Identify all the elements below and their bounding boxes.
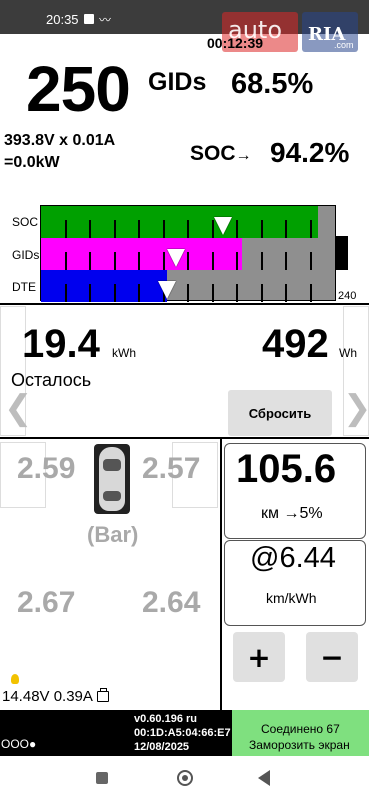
- gids-marker-icon: [167, 249, 186, 267]
- home-icon[interactable]: [177, 770, 193, 786]
- tire-front-left: 2.59: [17, 452, 76, 485]
- footer-date: 12/08/2025: [134, 741, 190, 753]
- bar-label-dte: DTE: [12, 280, 36, 294]
- watermark-suffix: .com: [334, 40, 354, 50]
- bar-tick: [64, 220, 67, 238]
- aux-battery-value: 14.48V 0.39A: [2, 688, 93, 705]
- bar-tick: [236, 252, 238, 270]
- page-dots: OOO●: [1, 737, 37, 751]
- efficiency-unit: km/kWh: [266, 590, 317, 606]
- gids-unit: GIDs: [148, 68, 207, 96]
- soc-label: SOC→: [190, 142, 252, 165]
- bar-tick: [89, 220, 91, 238]
- recents-icon[interactable]: [96, 772, 108, 784]
- bar-tick: [187, 220, 189, 238]
- bar-tick: [113, 220, 116, 238]
- energy-remaining-unit: kWh: [112, 346, 136, 360]
- chevron-left-icon[interactable]: ❮: [4, 388, 33, 428]
- divider: [0, 303, 369, 305]
- bar-tick: [309, 252, 312, 270]
- bar-tick: [211, 252, 214, 270]
- gids-value: 250: [26, 53, 131, 125]
- range-reserve: 5%: [299, 505, 323, 522]
- bar-tick: [285, 220, 287, 238]
- bar-tick: [187, 252, 189, 270]
- bar-tick: [236, 284, 238, 302]
- lightbulb-icon: [11, 674, 19, 684]
- bar-tick: [260, 284, 263, 302]
- reset-button[interactable]: Сбросить: [228, 390, 332, 436]
- bar-tick: [260, 252, 263, 270]
- app-screen: 20:35 〰 auto RIA .com 00:12:39 250 GIDs …: [0, 0, 369, 800]
- bar-tick: [138, 284, 140, 302]
- notification-wave-icon: 〰: [99, 13, 112, 27]
- tire-pressure-unit: (Bar): [87, 522, 139, 547]
- range-value: 105.6: [236, 447, 337, 491]
- bar-tick: [64, 284, 67, 302]
- bar-tick: [309, 220, 312, 238]
- tire-front-right: 2.57: [142, 452, 201, 485]
- device-info-panel: OOO● v0.60.196 ru 00:1D:A5:04:66:E7 12/0…: [0, 710, 232, 756]
- aux-battery: 14.48V 0.39A: [2, 688, 109, 705]
- tire-rear-right: 2.64: [142, 586, 201, 619]
- bar-label-gids: GIDs: [12, 248, 40, 262]
- dte-bar: [41, 270, 168, 302]
- notification-square-icon: [84, 14, 94, 24]
- soc-arrow: →: [235, 147, 252, 164]
- bar-label-soc: SOC: [12, 215, 39, 229]
- bar-max-label: 240: [338, 290, 357, 302]
- minus-button[interactable]: −: [306, 632, 358, 682]
- bar-tick: [89, 252, 91, 270]
- dte-marker-icon: [158, 281, 177, 299]
- bar-tick: [285, 252, 287, 270]
- connection-status: Соединено 67: [261, 722, 340, 736]
- bar-tick: [89, 284, 91, 302]
- vertical-divider: [220, 437, 222, 710]
- bar-tick: [260, 220, 263, 238]
- bar-tick: [309, 284, 312, 302]
- bar-tick: [162, 252, 165, 270]
- energy-wh-value: 492: [262, 322, 329, 366]
- battery-bars: [40, 205, 336, 302]
- gids-percent: 68.5%: [231, 68, 314, 100]
- soc-value: 94.2%: [270, 137, 350, 168]
- bar-tick: [285, 284, 287, 302]
- tire-rear-left: 2.67: [17, 586, 76, 619]
- power-voltage-current: 393.8V x 0.01A: [4, 132, 116, 149]
- plus-button[interactable]: +: [233, 632, 285, 682]
- range-arrow: →: [283, 505, 300, 522]
- freeze-screen-label: Заморозить экран: [249, 738, 350, 752]
- device-mac: 00:1D:A5:04:66:E7: [134, 727, 231, 739]
- car-icon: [94, 444, 130, 514]
- bar-tick: [211, 284, 214, 302]
- back-icon[interactable]: [258, 770, 270, 786]
- battery-case-icon: [96, 688, 109, 702]
- divider: [0, 437, 369, 439]
- bar-tick: [236, 220, 238, 238]
- bar-tick: [162, 220, 165, 238]
- soc-marker-icon: [214, 217, 233, 235]
- chevron-right-icon[interactable]: ❯: [343, 388, 369, 428]
- bar-tick: [64, 252, 67, 270]
- bar-tick: [211, 220, 214, 238]
- bar-tick: [138, 252, 140, 270]
- bar-tick: [138, 220, 140, 238]
- energy-remaining-value: 19.4: [22, 322, 100, 366]
- range-unit: км →5%: [261, 505, 323, 522]
- energy-wh-unit: Wh: [339, 346, 357, 360]
- status-time: 20:35: [46, 12, 79, 27]
- battery-terminal-icon: [336, 236, 348, 270]
- efficiency-value: @6.44: [250, 542, 336, 574]
- session-timer: 00:12:39: [207, 35, 264, 51]
- app-version: v0.60.196 ru: [134, 713, 197, 725]
- bar-tick: [113, 284, 116, 302]
- bar-tick: [187, 284, 189, 302]
- bar-tick: [113, 252, 116, 270]
- power-kw: =0.0kW: [4, 154, 60, 171]
- soc-bar: [41, 206, 318, 238]
